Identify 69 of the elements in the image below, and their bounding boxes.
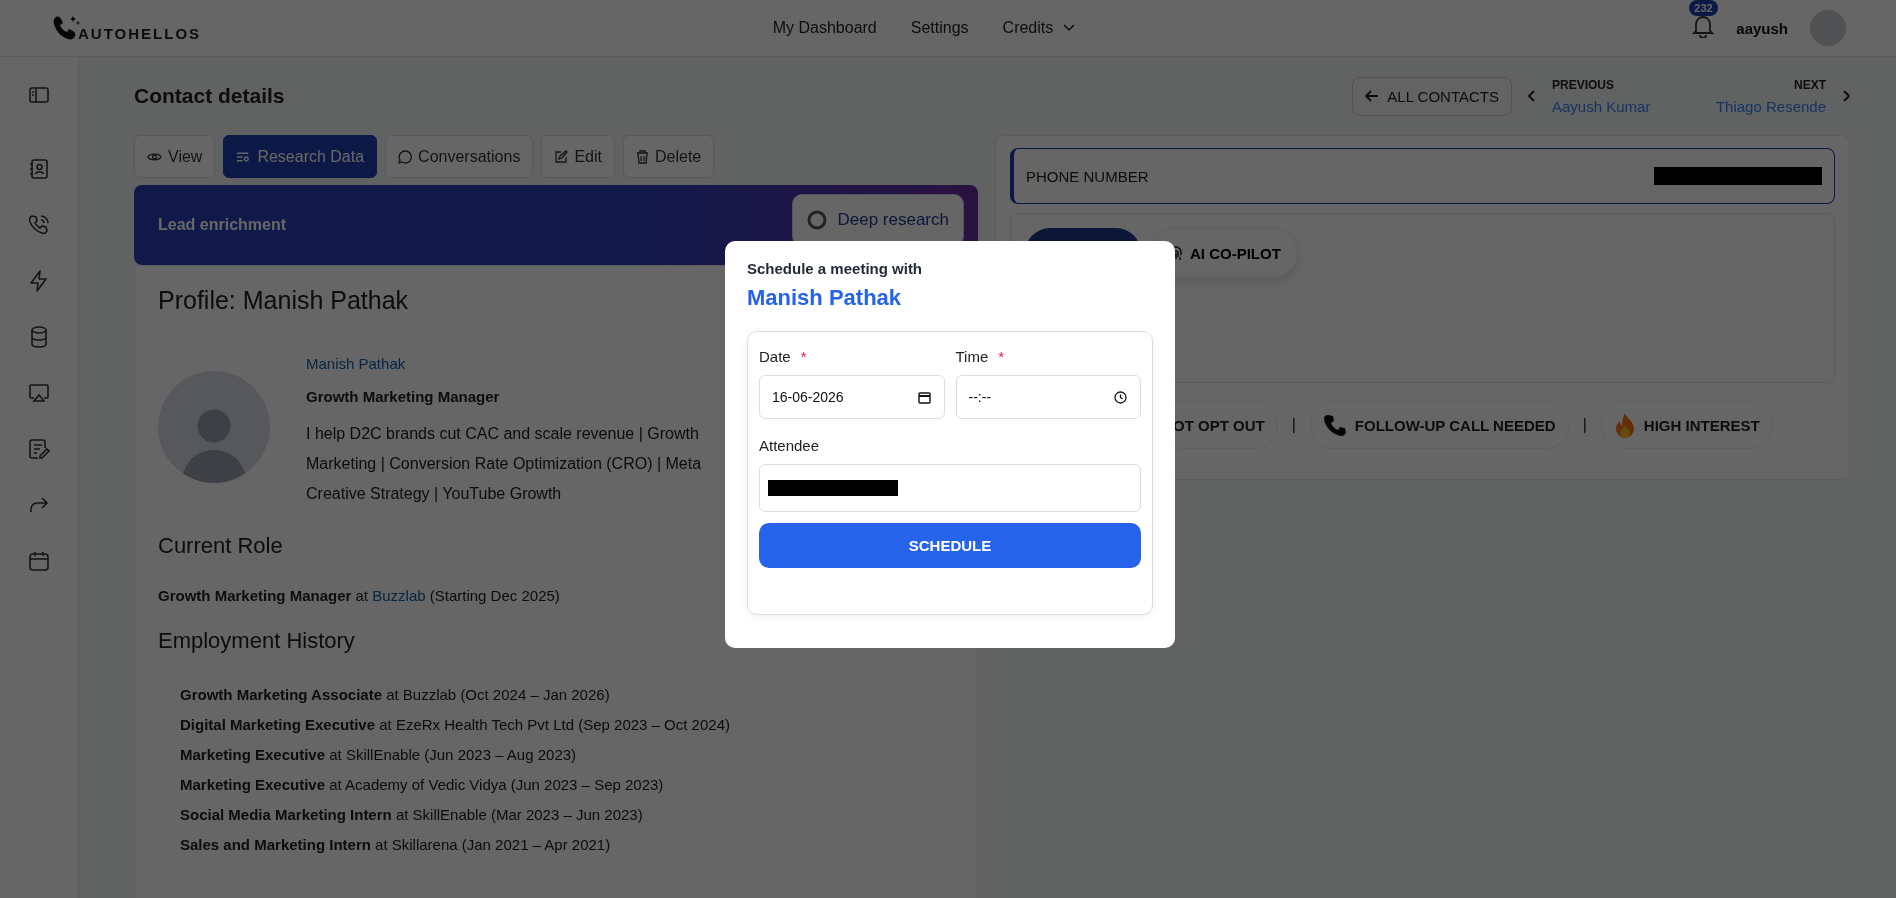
employment-item: Growth Marketing Associate at Buzzlab (Oct 2024 – Jan 2026) (180, 685, 611, 705)
phone-label: PHONE NUMBER (1026, 167, 1149, 185)
clock-icon[interactable] (1114, 391, 1127, 404)
tag-separator: | (1291, 416, 1296, 434)
company-link[interactable]: Buzzlab (372, 587, 426, 604)
nav-link[interactable]: My Dashboard (772, 19, 877, 37)
chevron-right-icon[interactable] (1842, 90, 1850, 102)
employment-item: Marketing Executive at SkillEnable (Jun 2023 – Aug 2023) (180, 745, 578, 765)
next-contact-link[interactable]: Thiago Resende (1715, 97, 1826, 115)
field-label: Time (955, 348, 989, 365)
circle-icon (807, 210, 828, 230)
field-label: Attendee (759, 437, 820, 454)
profile-description: Marketing | Conversion Rate Optimization (CRO) | Meta (306, 454, 702, 474)
user-name[interactable]: aayush (1736, 19, 1788, 37)
bell-icon[interactable] (1692, 14, 1715, 38)
tab[interactable]: Edit (541, 135, 615, 178)
arrow-left-icon (1365, 90, 1380, 102)
nav-link[interactable]: Credits (1002, 19, 1076, 37)
employment-item: Marketing Executive at Academy of Vedic Vidya (Jun 2023 – Sep 2023) (180, 775, 665, 795)
previous-contact-link[interactable]: Aayush Kumar (1552, 97, 1677, 115)
required-mark: * (800, 348, 807, 365)
contact-name: Manish Pathak (747, 285, 903, 311)
status-tag: FOLLOW-UP CALL NEEDED (1309, 401, 1569, 449)
tab[interactable]: Research Data (223, 135, 378, 178)
employment-item: Social Media Marketing Intern at SkillEnable (Mar 2023 – Jun 2023) (180, 805, 644, 825)
employment-item: Digital Marketing Executive at EzeRx Health Tech Pvt Ltd (Sep 2023 – Oct 2024) (180, 715, 731, 735)
profile-headline: Growth Marketing Manager (306, 388, 501, 405)
contacts-icon[interactable] (27, 157, 51, 181)
chat-icon (398, 149, 413, 164)
tab[interactable]: Conversations (385, 135, 534, 178)
modal-backdrop[interactable] (0, 0, 1896, 898)
employment-item: Sales and Marketing Intern at Skillarena (Jan 2021 – Apr 2021) (180, 835, 612, 855)
notification-badge: 232 (1689, 0, 1718, 16)
status-tag: HIGH INTEREST (1600, 401, 1773, 449)
all-contacts-button[interactable]: ALL CONTACTS (1352, 76, 1512, 116)
list-search-icon (236, 150, 252, 163)
tab[interactable]: Delete (622, 135, 715, 178)
field-label: Date (759, 348, 791, 365)
edit-list-icon[interactable] (27, 437, 51, 461)
profile-description: Creative Strategy | YouTube Growth (306, 484, 563, 504)
logo-text[interactable]: AUTOHELLOS (78, 25, 202, 42)
nav-link[interactable]: Settings (910, 19, 969, 37)
profile-description: I help D2C brands cut CAC and scale revenue | Growth (306, 424, 700, 444)
screen-icon[interactable] (27, 381, 51, 405)
section-heading: Employment History (158, 628, 355, 654)
phone-icon[interactable] (27, 213, 51, 237)
current-role-text: Growth Marketing Manager at Buzzlab (Starting Dec 2025) (158, 587, 560, 604)
chevron-down-icon (1063, 24, 1076, 32)
fire-icon (1613, 412, 1636, 438)
profile-name-link[interactable]: Manish Pathak (306, 355, 406, 372)
section-heading: Current Role (158, 533, 283, 559)
next-label: NEXT (1794, 77, 1826, 92)
tab[interactable]: View (134, 135, 216, 178)
chevron-left-icon[interactable] (1528, 90, 1536, 102)
attendee-field[interactable] (759, 464, 1141, 512)
edit-icon (554, 149, 569, 164)
banner-title: Lead enrichment (158, 216, 287, 234)
phone-icon (1322, 413, 1347, 437)
date-field[interactable]: 16-06-2026 (759, 375, 945, 419)
profile-heading: Profile: Manish Pathak (158, 286, 409, 315)
calendar-icon[interactable] (917, 391, 931, 404)
page-title: Contact details (134, 84, 285, 108)
trash-icon (635, 149, 649, 164)
tag-separator: | (1582, 416, 1587, 434)
schedule-button[interactable]: SCHEDULE (759, 523, 1141, 568)
time-field[interactable]: --:-- (955, 375, 1141, 419)
previous-label: PREVIOUS (1552, 77, 1615, 92)
required-mark: * (998, 348, 1005, 365)
dialog-title: Schedule a meeting with (747, 260, 924, 277)
